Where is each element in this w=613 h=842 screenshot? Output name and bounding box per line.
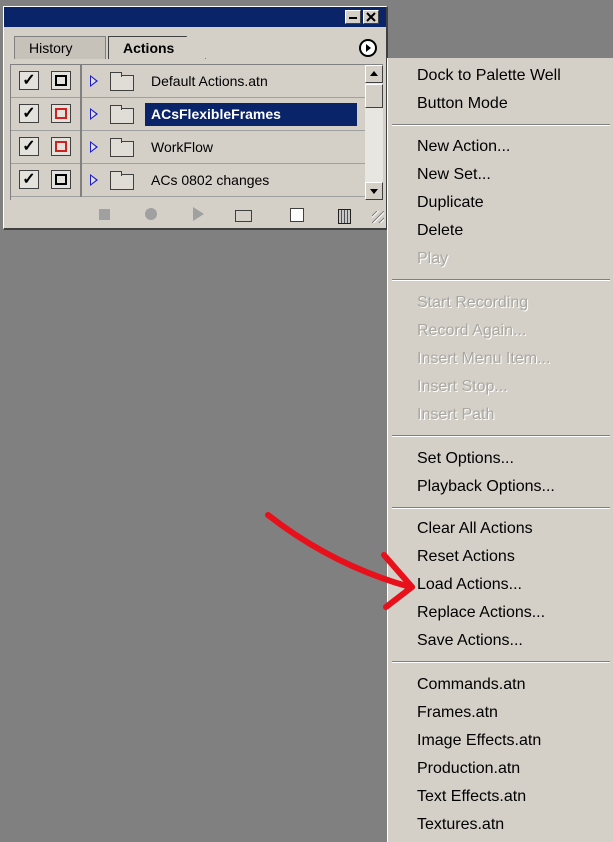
folder-icon [110, 138, 134, 157]
scroll-down-icon[interactable] [365, 182, 383, 200]
menu-item-textures-atn[interactable]: Textures.atn [417, 815, 504, 835]
menu-divider [392, 435, 610, 437]
annotation-arrow-icon [265, 512, 415, 610]
expand-triangle-icon[interactable] [90, 174, 98, 186]
action-set-label[interactable]: Default Actions.atn [145, 70, 274, 93]
menu-item-record-again: Record Again... [417, 322, 527, 339]
expand-triangle-icon[interactable] [90, 108, 98, 120]
menu-item-insert-stop: Insert Stop... [417, 378, 508, 395]
menu-item-text-effects-atn[interactable]: Text Effects.atn [417, 787, 526, 807]
menu-item-insert-path: Insert Path [417, 406, 495, 423]
dialog-toggle-icon[interactable] [51, 137, 71, 156]
menu-item-image-effects-atn[interactable]: Image Effects.atn [417, 731, 541, 751]
action-set-label[interactable]: ACsFlexibleFrames [145, 103, 357, 126]
toggle-checkmark-icon[interactable]: ✓ [19, 104, 39, 123]
close-icon[interactable] [363, 10, 379, 24]
menu-item-dock-to-palette-well[interactable]: Dock to Palette Well [417, 66, 561, 86]
action-set-label[interactable]: WorkFlow [145, 136, 219, 159]
minimize-icon[interactable] [345, 10, 361, 24]
toggle-checkmark-icon[interactable]: ✓ [19, 137, 39, 156]
palette-titlebar[interactable] [4, 7, 386, 27]
palette-button-bar [10, 203, 384, 225]
scroll-thumb[interactable] [365, 84, 383, 108]
menu-item-frames-atn[interactable]: Frames.atn [417, 703, 498, 723]
menu-divider [392, 279, 610, 281]
menu-divider [392, 507, 610, 509]
menu-item-commands-atn[interactable]: Commands.atn [417, 675, 526, 695]
expand-triangle-icon[interactable] [90, 75, 98, 87]
list-item[interactable]: ✓ ACs 0802 changes [11, 164, 365, 197]
menu-item-reset-actions[interactable]: Reset Actions [417, 547, 515, 567]
tab-history[interactable]: History [14, 36, 106, 59]
toggle-checkmark-icon[interactable]: ✓ [19, 170, 39, 189]
folder-icon [110, 105, 134, 124]
actions-palette: History Actions ✓ Default Actions.atn ✓ … [3, 6, 388, 230]
menu-item-save-actions[interactable]: Save Actions... [417, 631, 523, 651]
menu-item-set-options[interactable]: Set Options... [417, 449, 514, 469]
column-divider [80, 164, 82, 197]
menu-item-play: Play [417, 250, 449, 267]
menu-item-insert-menu-item: Insert Menu Item... [417, 350, 551, 367]
column-divider [80, 98, 82, 131]
scroll-up-icon[interactable] [365, 65, 383, 83]
stop-icon[interactable] [96, 206, 112, 222]
menu-item-production-atn[interactable]: Production.atn [417, 759, 520, 779]
menu-item-replace-actions[interactable]: Replace Actions... [417, 603, 545, 623]
resize-grip-icon[interactable] [372, 211, 384, 223]
menu-item-button-mode[interactable]: Button Mode [417, 94, 508, 114]
menu-item-delete[interactable]: Delete [417, 221, 463, 241]
menu-item-load-actions[interactable]: Load Actions... [417, 575, 522, 595]
palette-menu-arrow-icon[interactable] [359, 39, 377, 57]
dialog-toggle-icon[interactable] [51, 170, 71, 189]
actions-list: ✓ Default Actions.atn ✓ ACsFlexibleFrame… [10, 64, 383, 200]
list-item[interactable]: ✓ WorkFlow [11, 131, 365, 164]
dialog-toggle-icon[interactable] [51, 71, 71, 90]
palette-flyout-menu: Dock to Palette Well Button Mode New Act… [387, 58, 613, 842]
folder-icon [110, 72, 134, 91]
tab-actions[interactable]: Actions [108, 36, 206, 59]
menu-item-duplicate[interactable]: Duplicate [417, 193, 484, 213]
new-set-folder-icon[interactable] [234, 206, 252, 222]
menu-divider [392, 661, 610, 663]
menu-item-new-set[interactable]: New Set... [417, 165, 491, 185]
menu-item-new-action[interactable]: New Action... [417, 137, 510, 157]
column-divider [80, 131, 82, 164]
menu-item-start-recording: Start Recording [417, 294, 529, 311]
menu-item-clear-all-actions[interactable]: Clear All Actions [417, 519, 533, 539]
list-item[interactable]: ✓ Default Actions.atn [11, 65, 365, 98]
vertical-scrollbar[interactable] [365, 65, 383, 200]
menu-item-playback-options[interactable]: Playback Options... [417, 477, 555, 497]
list-item[interactable]: ✓ ACsFlexibleFrames [11, 98, 365, 131]
play-icon[interactable] [190, 206, 206, 222]
new-action-icon[interactable] [288, 206, 304, 222]
action-set-label[interactable]: ACs 0802 changes [145, 169, 275, 192]
trash-icon[interactable] [336, 206, 352, 224]
toggle-checkmark-icon[interactable]: ✓ [19, 71, 39, 90]
column-divider [80, 65, 82, 98]
menu-divider [392, 124, 610, 126]
palette-tabs: History Actions [4, 29, 386, 61]
record-icon[interactable] [143, 206, 159, 222]
expand-triangle-icon[interactable] [90, 141, 98, 153]
folder-icon [110, 171, 134, 190]
dialog-toggle-icon[interactable] [51, 104, 71, 123]
